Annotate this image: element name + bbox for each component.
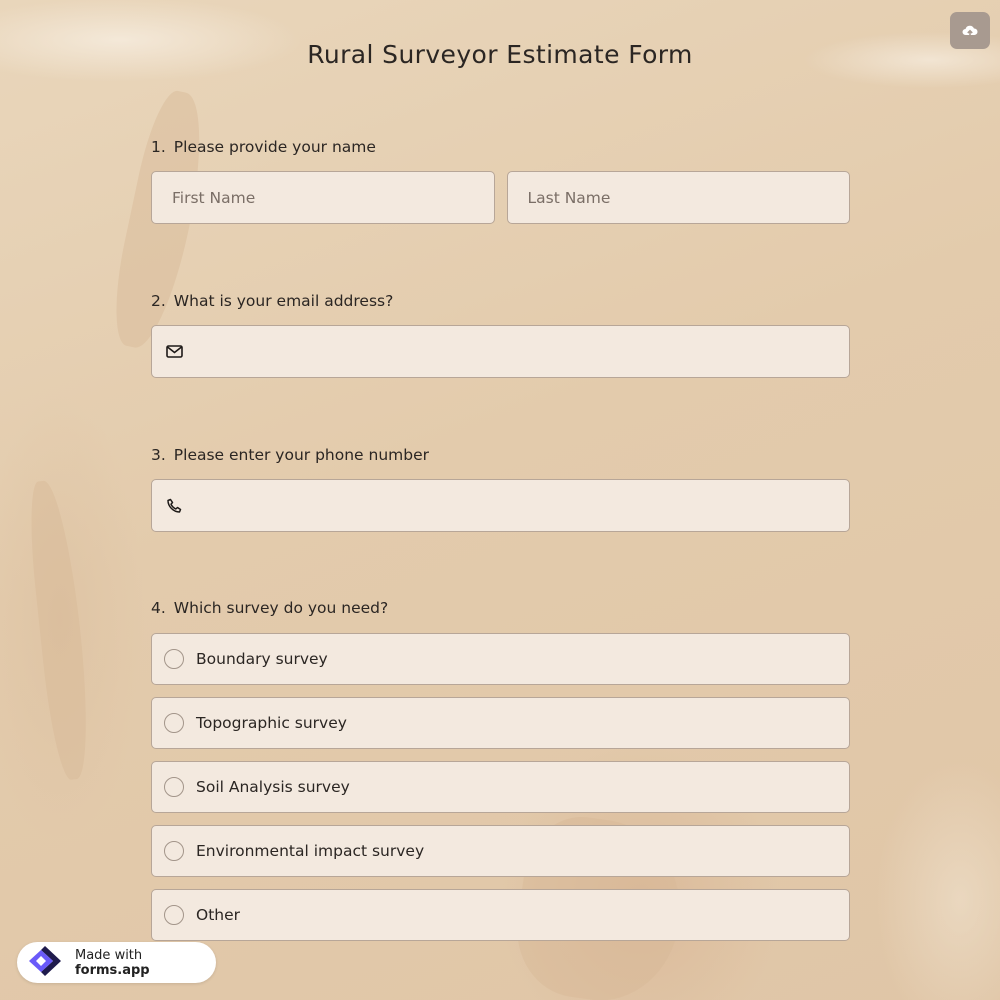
question-name: 1. Please provide your name First Name L… xyxy=(151,136,850,224)
question-text: Please enter your phone number xyxy=(173,446,430,464)
question-text: What is your email address? xyxy=(173,292,394,310)
forms-app-logo-icon xyxy=(27,944,67,982)
question-label: 4. Which survey do you need? xyxy=(151,597,850,619)
badge-prefix: Made with xyxy=(75,947,143,963)
cloud-upload-icon xyxy=(962,25,978,37)
option-other[interactable]: Other xyxy=(151,889,850,941)
question-text: Please provide your name xyxy=(173,138,376,156)
question-number: 4. xyxy=(151,599,166,617)
question-email: 2. What is your email address? xyxy=(151,290,850,378)
option-environmental-impact-survey[interactable]: Environmental impact survey xyxy=(151,825,850,877)
option-label: Boundary survey xyxy=(196,650,328,668)
phone-input[interactable] xyxy=(151,479,850,532)
question-number: 2. xyxy=(151,292,166,310)
email-input[interactable] xyxy=(151,325,850,378)
form-title: Rural Surveyor Estimate Form xyxy=(307,40,693,69)
first-name-input[interactable]: First Name xyxy=(151,171,495,224)
radio-button[interactable] xyxy=(164,713,184,733)
option-label: Soil Analysis survey xyxy=(196,778,350,796)
option-boundary-survey[interactable]: Boundary survey xyxy=(151,633,850,685)
option-label: Topographic survey xyxy=(196,714,347,732)
question-label: 3. Please enter your phone number xyxy=(151,444,850,466)
question-text: Which survey do you need? xyxy=(173,599,389,617)
radio-button[interactable] xyxy=(164,649,184,669)
envelope-icon xyxy=(166,343,184,361)
brush-stroke xyxy=(24,478,96,782)
radio-button[interactable] xyxy=(164,905,184,925)
last-name-input[interactable]: Last Name xyxy=(506,171,850,224)
question-number: 1. xyxy=(151,138,166,156)
first-name-placeholder: First Name xyxy=(172,188,256,207)
option-label: Other xyxy=(196,906,241,924)
option-label: Environmental impact survey xyxy=(196,842,425,860)
question-survey-type: 4. Which survey do you need? Boundary su… xyxy=(151,597,850,953)
badge-text: Made with forms.app xyxy=(75,948,216,978)
radio-button[interactable] xyxy=(164,777,184,797)
radio-button[interactable] xyxy=(164,841,184,861)
question-label: 1. Please provide your name xyxy=(151,136,850,158)
option-soil-analysis-survey[interactable]: Soil Analysis survey xyxy=(151,761,850,813)
phone-icon xyxy=(166,497,184,515)
badge-brand: forms.app xyxy=(75,962,150,978)
last-name-placeholder: Last Name xyxy=(527,188,611,207)
made-with-badge[interactable]: Made with forms.app xyxy=(17,942,216,983)
option-topographic-survey[interactable]: Topographic survey xyxy=(151,697,850,749)
question-label: 2. What is your email address? xyxy=(151,290,850,312)
question-number: 3. xyxy=(151,446,166,464)
question-phone: 3. Please enter your phone number xyxy=(151,444,850,532)
